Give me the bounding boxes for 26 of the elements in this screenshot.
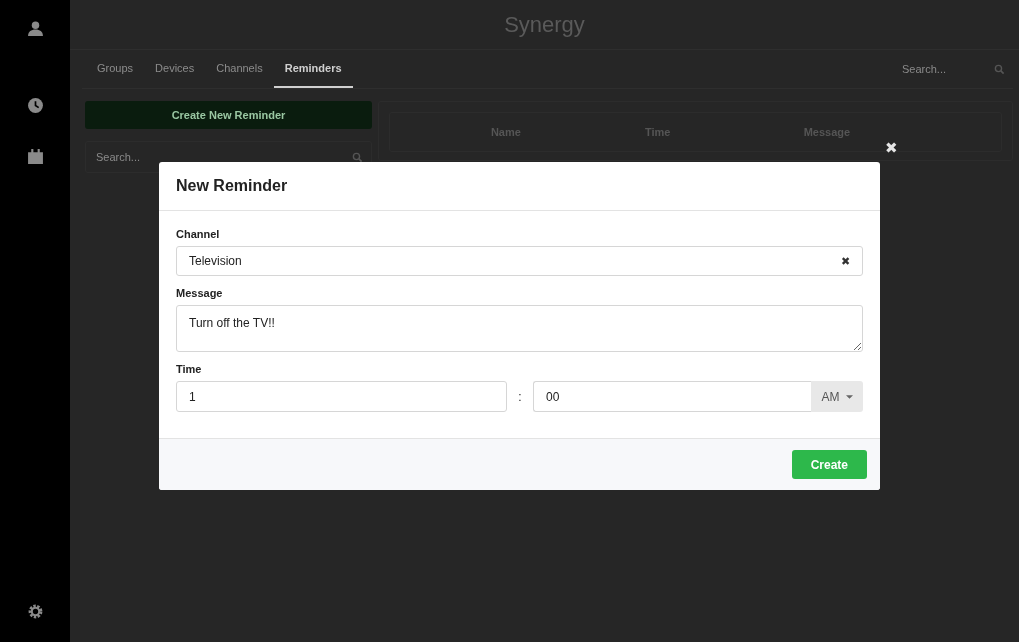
create-new-reminder-button[interactable]: Create New Reminder (85, 101, 372, 129)
caret-icon (845, 394, 853, 399)
tab[interactable]: Groups (86, 50, 145, 88)
message-field[interactable]: Turn off the TV!! (176, 305, 863, 352)
search-field[interactable]: Search... (900, 62, 994, 76)
settings-icon[interactable] (26, 603, 44, 620)
hour-field[interactable]: 1 (176, 381, 507, 412)
field-label: Message (176, 287, 224, 299)
field-label: Channel (176, 228, 221, 240)
dialog-title: New Reminder (176, 177, 288, 195)
field-label: Time (176, 363, 203, 375)
search-field[interactable]: Search... (94, 150, 188, 164)
tab[interactable]: Reminders (273, 50, 353, 88)
clock-icon[interactable] (26, 97, 44, 114)
search-icon (352, 151, 363, 163)
time-separator: : (517, 389, 523, 404)
user-icon[interactable] (26, 20, 44, 37)
close-button[interactable]: ✖ (885, 139, 898, 157)
calendar-icon[interactable] (26, 148, 44, 165)
minute-field[interactable]: 00 (533, 381, 811, 412)
clear-icon[interactable]: ✖ (841, 254, 850, 268)
am-pm-dropdown[interactable]: AM (811, 381, 863, 412)
channel-select[interactable]: Television ✖ (176, 246, 863, 276)
search-icon (994, 63, 1005, 75)
tab[interactable]: Channels (205, 50, 274, 88)
tab[interactable]: Devices (144, 50, 206, 88)
